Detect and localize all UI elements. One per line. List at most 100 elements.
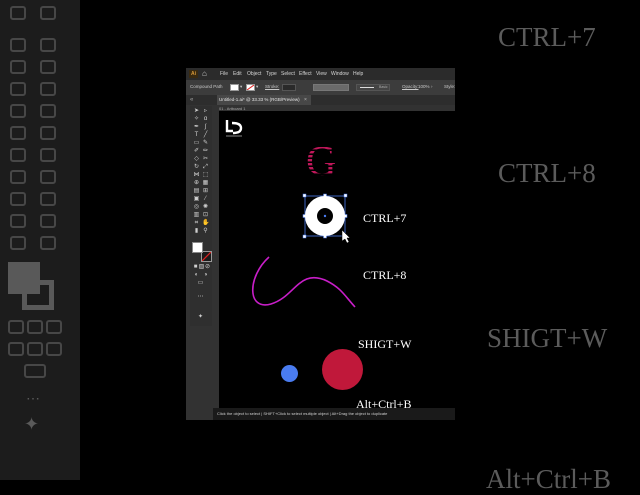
stroke-label[interactable]: Stroke:: [265, 83, 279, 91]
mesh-tool-icon[interactable]: ⊞: [202, 188, 209, 194]
brush-label: Basic: [379, 85, 388, 89]
opacity-value[interactable]: 100%: [418, 83, 430, 91]
collapse-icon[interactable]: «: [190, 95, 193, 105]
tool-icon: [46, 342, 62, 356]
menu-help[interactable]: Help: [353, 69, 363, 79]
tab-document[interactable]: Untitled-1.ai* @ 33.33 % (RGB/Preview): [217, 95, 311, 105]
line-tool-icon[interactable]: ╱: [202, 132, 209, 138]
eyedropper-icon[interactable]: ⁄: [202, 196, 209, 202]
tool-icon: [40, 6, 56, 20]
tool-icon: [8, 320, 24, 334]
canvas-shortcut-2: CTRL+8: [363, 268, 407, 282]
red-circle: [322, 349, 363, 390]
selection-tool-icon[interactable]: ➤: [193, 108, 200, 114]
print-tiling-icon[interactable]: ▮: [193, 228, 200, 234]
stroke-color-swatch[interactable]: [246, 84, 255, 91]
tool-icon: [24, 364, 46, 378]
eraser-icon[interactable]: ◇: [193, 156, 200, 162]
more-icon: ⋯: [26, 390, 40, 406]
stroke-weight-field[interactable]: [282, 84, 296, 91]
blend-tool-icon[interactable]: ◎: [193, 204, 200, 210]
pin-icon: ✦: [24, 414, 40, 434]
menu-view[interactable]: View: [316, 69, 327, 79]
rotate-tool-icon[interactable]: ↻: [193, 164, 200, 170]
tool-icon: [46, 320, 62, 334]
free-transform-icon[interactable]: ⬚: [202, 172, 209, 178]
tools-panel: ➤ ▹ ✧ ɑ ✒ ∫ T ╱ ▭ ✎ ✐ ✏ ◇ ✂ ↻ ⤢ ⋈ ⬚ ⊕ ▦ …: [190, 106, 212, 326]
tool-icon: [10, 126, 26, 140]
illustrator-window: Ai ⌂ File Edit Object Type Select Effect…: [186, 68, 455, 420]
slice-tool-icon[interactable]: ⌗: [193, 220, 200, 226]
menu-object[interactable]: Object: [247, 69, 261, 79]
selection-type: Compound Path: [190, 84, 223, 89]
pen-tool-icon[interactable]: ✒: [193, 124, 200, 130]
hand-tool-icon[interactable]: ✋: [202, 220, 209, 226]
status-text: Click the object to select | SHIFT+Click…: [217, 411, 388, 416]
chevron-down-icon[interactable]: ▾: [240, 83, 242, 91]
tool-icon: [27, 342, 43, 356]
lasso-icon[interactable]: ɑ: [202, 116, 209, 122]
artboard-name: 01 - Artboard 1: [219, 106, 246, 111]
magic-wand-icon[interactable]: ✧: [193, 116, 200, 122]
artboard-tool-icon[interactable]: ⊡: [202, 212, 209, 218]
scale-tool-icon[interactable]: ⤢: [202, 164, 209, 170]
document-tab-bar: « Untitled-1.ai* @ 33.33 % (RGB/Preview)…: [186, 95, 455, 105]
artboard-canvas[interactable]: G CTRL+7 CTRL+8 SHIGT+W Alt+Ctrl+B: [219, 111, 455, 411]
brush-stroke-preview: [360, 87, 374, 88]
close-icon[interactable]: ×: [304, 95, 307, 105]
rectangle-tool-icon[interactable]: ▭: [193, 140, 200, 146]
fill-swatch[interactable]: [192, 242, 203, 253]
draw-mode-icon[interactable]: ◐: [193, 272, 200, 278]
scissors-icon[interactable]: ✂: [202, 156, 209, 162]
type-tool-icon[interactable]: T: [193, 132, 200, 138]
shaper-tool-icon[interactable]: ✐: [193, 148, 200, 154]
striped-letter-g: G: [306, 139, 336, 185]
chevron-down-icon[interactable]: ▾: [256, 83, 258, 91]
menu-file[interactable]: File: [220, 69, 228, 79]
more-icon[interactable]: ⋯: [197, 294, 204, 300]
tool-icon: [10, 6, 26, 20]
bg-shortcut-2: CTRL+8: [498, 158, 596, 188]
brush-definition[interactable]: Basic: [356, 84, 390, 91]
draw-inside-icon[interactable]: ◑: [202, 272, 209, 278]
graph-tool-icon[interactable]: ▥: [193, 212, 200, 218]
none-icon[interactable]: ⊘: [204, 264, 211, 270]
menu-effect[interactable]: Effect: [299, 69, 312, 79]
curvature-tool-icon[interactable]: ∫: [202, 124, 209, 130]
control-bar: Compound Path ▾ ▾ Stroke: Basic Opacity:…: [186, 80, 455, 96]
tool-icon: [10, 170, 26, 184]
variable-width-profile[interactable]: [313, 84, 349, 91]
zoom-tool-icon[interactable]: ⚲: [202, 228, 209, 234]
direct-selection-tool-icon[interactable]: ▹: [202, 108, 209, 114]
tool-icon: [40, 104, 56, 118]
app-logo-icon: Ai: [189, 70, 198, 78]
menu-edit[interactable]: Edit: [233, 69, 242, 79]
tool-icon: [10, 82, 26, 96]
symbol-sprayer-icon[interactable]: ✺: [202, 204, 209, 210]
chevron-right-icon[interactable]: ›: [431, 83, 433, 91]
edit-toolbar-icon[interactable]: ✦: [197, 314, 204, 320]
tool-icon: [10, 38, 26, 52]
tool-icon: [40, 38, 56, 52]
live-paint-icon[interactable]: ▦: [202, 180, 209, 186]
home-icon[interactable]: ⌂: [202, 70, 210, 78]
width-tool-icon[interactable]: ⋈: [193, 172, 200, 178]
menu-type[interactable]: Type: [266, 69, 277, 79]
tool-icon: [10, 104, 26, 118]
fill-color-swatch[interactable]: [230, 84, 239, 91]
paintbrush-icon[interactable]: ✎: [202, 140, 209, 146]
tool-icon: [40, 236, 56, 250]
style-label[interactable]: Style:: [444, 83, 455, 91]
screen-mode-icon[interactable]: ▭: [197, 280, 204, 286]
shape-builder-icon[interactable]: ⊕: [193, 180, 200, 186]
menu-window[interactable]: Window: [331, 69, 349, 79]
opacity-label[interactable]: Opacity:: [402, 83, 419, 91]
magenta-curve: [251, 256, 356, 308]
pencil-icon[interactable]: ✏: [202, 148, 209, 154]
gradient-tool-icon[interactable]: ▣: [193, 196, 200, 202]
menu-select[interactable]: Select: [281, 69, 295, 79]
perspective-grid-icon[interactable]: ▤: [193, 188, 200, 194]
bg-shortcut-1: CTRL+7: [498, 22, 596, 52]
menu-bar: Ai ⌂ File Edit Object Type Select Effect…: [186, 68, 455, 80]
selected-compound-path: [302, 193, 351, 244]
